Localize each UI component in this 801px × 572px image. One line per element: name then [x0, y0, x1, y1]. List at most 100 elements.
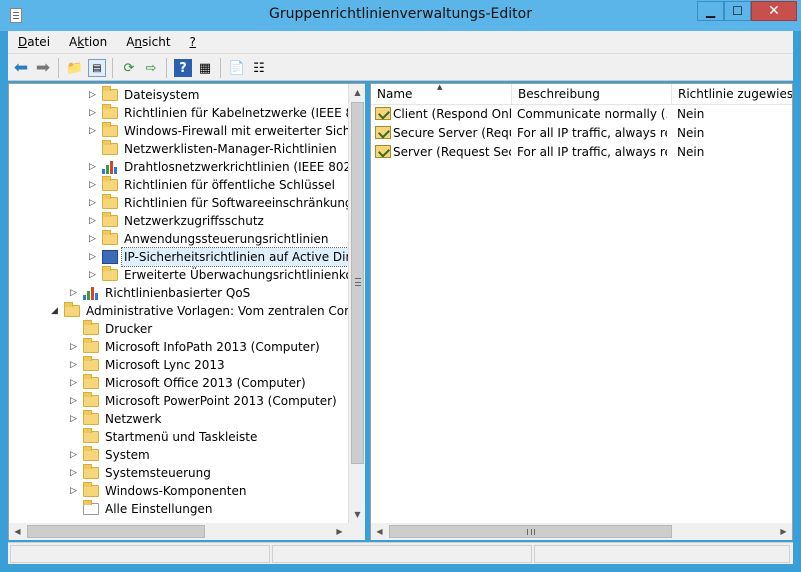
- tree-item[interactable]: ▷ Richtlinien für öffentliche Schlüssel: [9, 176, 348, 194]
- tree-item-label: System: [105, 448, 150, 462]
- scroll-thumb[interactable]: [389, 525, 672, 538]
- table-row[interactable]: Server (Request Sec... For all IP traffic…: [371, 143, 792, 161]
- tree-item[interactable]: ▷ Netzwerk: [9, 410, 348, 428]
- tree-item[interactable]: Netzwerklisten-Manager-Richtlinien: [9, 140, 348, 158]
- tree-vertical-scrollbar[interactable]: ▲ ▼: [348, 84, 365, 523]
- cell-name: Secure Server (Requi...: [393, 126, 511, 140]
- expand-arrow-icon[interactable]: ▷: [89, 194, 99, 212]
- expand-arrow-icon[interactable]: ▷: [70, 446, 80, 464]
- tree-item[interactable]: ▷ Microsoft PowerPoint 2013 (Computer): [9, 392, 348, 410]
- tree-pane[interactable]: ▷ Dateisystem ▷ Richtlinien für Kabelnetzwe…: [8, 83, 365, 540]
- tree-item[interactable]: ▷ IP-Sicherheitsrichtlinien auf Active Di…: [9, 247, 348, 267]
- properties-button[interactable]: ▦: [196, 59, 214, 77]
- tree-item[interactable]: Startmenü und Taskleiste: [9, 428, 348, 446]
- forward-button[interactable]: ➡: [34, 58, 52, 78]
- tree-item[interactable]: ▷ Richtlinienbasierter QoS: [9, 284, 348, 302]
- folder-icon: [102, 212, 118, 227]
- scroll-right-arrow-icon[interactable]: ▶: [331, 523, 348, 540]
- menu-ansicht[interactable]: Ansicht: [117, 35, 179, 49]
- tree-item[interactable]: ▷ Microsoft Lync 2013: [9, 356, 348, 374]
- expand-arrow-icon[interactable]: ▷: [70, 356, 80, 374]
- new-policy-button[interactable]: 📄: [228, 59, 246, 77]
- show-tree-button[interactable]: ▤: [88, 59, 106, 77]
- maximize-icon: ☐: [732, 4, 743, 18]
- close-icon: ✕: [768, 3, 780, 19]
- column-header-assigned[interactable]: Richtlinie zugewiesen: [672, 84, 792, 105]
- cell-description: Communicate normally (...: [517, 107, 667, 121]
- minimize-button[interactable]: ▁: [697, 1, 724, 21]
- tree-item-label: Drucker: [105, 322, 153, 336]
- tree-item[interactable]: ▷ Windows-Komponenten: [9, 482, 348, 500]
- status-segment: [272, 545, 532, 563]
- menu-ansicht-rest: sicht: [142, 35, 171, 49]
- tree-item[interactable]: ▷ Richtlinien für Kabelnetzwerke (IEEE 80…: [9, 104, 348, 122]
- manage-filters-button[interactable]: ☷: [250, 59, 268, 77]
- expand-arrow-icon[interactable]: ▷: [89, 212, 99, 230]
- expand-arrow-icon[interactable]: ▷: [70, 392, 80, 410]
- expand-arrow-icon[interactable]: ▷: [70, 482, 80, 500]
- maximize-button[interactable]: ☐: [724, 1, 751, 21]
- menu-help[interactable]: ?: [181, 35, 205, 49]
- column-header-name[interactable]: Name ▲: [371, 84, 512, 105]
- expand-arrow-icon[interactable]: ▷: [70, 464, 80, 482]
- menu-aktion[interactable]: Aktion: [60, 35, 116, 49]
- list-horizontal-scrollbar[interactable]: ◀ ▶: [371, 523, 792, 540]
- folder-icon: [83, 392, 99, 407]
- scroll-thumb[interactable]: [27, 525, 205, 538]
- menu-datei[interactable]: Datei: [9, 35, 59, 49]
- tree-item[interactable]: ▷ Drahtlosnetzwerkrichtlinien (IEEE 802.1…: [9, 158, 348, 176]
- column-header-description[interactable]: Beschreibung: [512, 84, 672, 105]
- expand-arrow-icon[interactable]: ▷: [89, 230, 99, 248]
- export-icon: ⇨: [145, 60, 157, 76]
- scroll-left-arrow-icon[interactable]: ◀: [371, 523, 388, 540]
- table-row[interactable]: Secure Server (Requi... For all IP traffi…: [371, 124, 792, 142]
- expand-arrow-icon[interactable]: ▷: [89, 248, 99, 266]
- refresh-button[interactable]: ⟳: [120, 59, 138, 77]
- tree-item[interactable]: ▷ Anwendungssteuerungsrichtlinien: [9, 230, 348, 248]
- help-button[interactable]: ?: [174, 59, 192, 77]
- expand-arrow-icon[interactable]: ▷: [89, 104, 99, 122]
- expand-arrow-icon[interactable]: ▷: [89, 176, 99, 194]
- scroll-left-arrow-icon[interactable]: ◀: [9, 523, 26, 540]
- settings-icon: [83, 500, 99, 515]
- tree-item-label: Alle Einstellungen: [105, 502, 213, 516]
- up-folder-button[interactable]: 📁: [66, 59, 84, 77]
- expand-arrow-icon[interactable]: ▷: [89, 86, 99, 104]
- tree-item[interactable]: ◢ Administrative Vorlagen: Vom zentralen …: [9, 302, 348, 320]
- properties-icon: ▦: [198, 60, 212, 76]
- list-pane[interactable]: Name ▲ Beschreibung Richtlinie zugewiesen…: [370, 83, 793, 540]
- expand-arrow-icon[interactable]: ▷: [70, 338, 80, 356]
- close-button[interactable]: ✕: [751, 1, 797, 21]
- tree-item[interactable]: ▷ Erweiterte Überwachungsrichtlinienkonfi…: [9, 266, 348, 284]
- tree-item[interactable]: ▷ Microsoft Office 2013 (Computer): [9, 374, 348, 392]
- expand-arrow-icon[interactable]: ▷: [70, 374, 80, 392]
- tree-item[interactable]: ▷ Dateisystem: [9, 86, 348, 104]
- tree-item[interactable]: ▷ Windows-Firewall mit erweiterter Sicher…: [9, 122, 348, 140]
- ip-security-icon: [102, 250, 118, 264]
- back-button[interactable]: ⬅: [12, 58, 30, 78]
- expand-arrow-icon[interactable]: ▷: [89, 122, 99, 140]
- tree-item[interactable]: ▷ Microsoft InfoPath 2013 (Computer): [9, 338, 348, 356]
- tree-item[interactable]: ▷ Systemsteuerung: [9, 464, 348, 482]
- expand-arrow-icon[interactable]: ▷: [89, 266, 99, 284]
- tree-item[interactable]: ▷ Netzwerkzugriffsschutz: [9, 212, 348, 230]
- scroll-thumb[interactable]: [351, 102, 364, 464]
- scroll-up-arrow-icon[interactable]: ▲: [349, 84, 366, 101]
- collapse-arrow-icon[interactable]: ◢: [51, 302, 61, 320]
- tree-item[interactable]: Alle Einstellungen: [9, 500, 348, 518]
- tree-item-label: Anwendungssteuerungsrichtlinien: [124, 232, 329, 246]
- table-row[interactable]: Client (Respond Only) Communicate normall…: [371, 105, 792, 123]
- tree-item[interactable]: ▷ System: [9, 446, 348, 464]
- column-header-label: Richtlinie zugewiesen: [678, 87, 792, 101]
- expand-arrow-icon[interactable]: ▷: [70, 410, 80, 428]
- scroll-right-arrow-icon[interactable]: ▶: [775, 523, 792, 540]
- expand-arrow-icon[interactable]: ▷: [89, 158, 99, 176]
- menu-datei-accel: D: [18, 35, 28, 49]
- export-list-button[interactable]: ⇨: [142, 59, 160, 77]
- tree-horizontal-scrollbar[interactable]: ◀ ▶: [9, 523, 348, 540]
- expand-arrow-icon[interactable]: ▷: [70, 284, 80, 302]
- tree-item[interactable]: ▷ Richtlinien für Softwareeinschränkung: [9, 194, 348, 212]
- tree-item-label: IP-Sicherheitsrichtlinien auf Active Dir…: [120, 247, 348, 267]
- scroll-down-arrow-icon[interactable]: ▼: [349, 506, 366, 523]
- tree-item[interactable]: Drucker: [9, 320, 348, 338]
